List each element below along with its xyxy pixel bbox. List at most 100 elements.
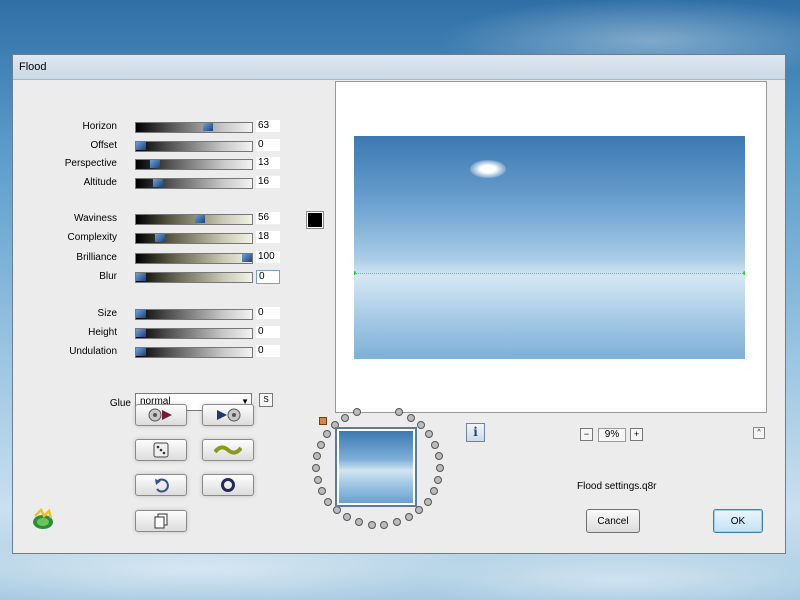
slider-undulation[interactable] bbox=[135, 347, 253, 358]
undo-icon bbox=[155, 478, 169, 493]
preset-dial-dot[interactable] bbox=[323, 430, 331, 438]
preset-dial-dot[interactable] bbox=[353, 408, 361, 416]
label-waviness: Waviness bbox=[74, 213, 117, 224]
slider-waviness[interactable] bbox=[135, 214, 253, 225]
sun-glow bbox=[470, 160, 506, 178]
preset-dial-dot[interactable] bbox=[431, 441, 439, 449]
undo-button[interactable] bbox=[135, 474, 187, 496]
randomize-next-button[interactable] bbox=[202, 404, 254, 426]
value-field-brilliance[interactable]: 100 bbox=[256, 251, 280, 263]
preset-dial-dot[interactable] bbox=[318, 487, 326, 495]
preset-dial-dot[interactable] bbox=[324, 498, 332, 506]
slider-thumb-altitude[interactable] bbox=[153, 179, 163, 187]
carousel-marker[interactable] bbox=[319, 417, 327, 425]
slider-blur[interactable] bbox=[135, 272, 253, 283]
preset-dial-dot[interactable] bbox=[407, 414, 415, 422]
slider-altitude[interactable] bbox=[135, 178, 253, 189]
cancel-button[interactable]: Cancel bbox=[586, 509, 640, 533]
wave-icon bbox=[214, 445, 242, 455]
preset-dial-dot[interactable] bbox=[380, 521, 388, 529]
label-horizon: Horizon bbox=[82, 121, 117, 132]
value-field-horizon[interactable]: 63 bbox=[256, 120, 280, 132]
preset-dial-dot[interactable] bbox=[424, 498, 432, 506]
preview-image bbox=[354, 136, 745, 359]
slider-thumb-size[interactable] bbox=[136, 310, 146, 318]
slider-thumb-height[interactable] bbox=[136, 329, 146, 337]
slider-thumb-blur[interactable] bbox=[136, 273, 146, 281]
value-field-height[interactable]: 0 bbox=[256, 326, 280, 338]
slider-horizon[interactable] bbox=[135, 122, 253, 133]
disc-play-back-icon bbox=[148, 408, 172, 422]
value-field-blur[interactable]: 0 bbox=[256, 270, 280, 284]
preset-dial-dot[interactable] bbox=[317, 441, 325, 449]
preset-dial-dot[interactable] bbox=[341, 414, 349, 422]
horizon-line[interactable] bbox=[354, 273, 745, 274]
preset-dial-dot[interactable] bbox=[393, 518, 401, 526]
value-field-perspective[interactable]: 13 bbox=[256, 157, 280, 169]
randomize-prev-button[interactable] bbox=[135, 404, 187, 426]
preset-dial-dot[interactable] bbox=[425, 430, 433, 438]
zoom-in-button[interactable]: + bbox=[630, 428, 643, 441]
play-disc-icon bbox=[217, 408, 241, 422]
slider-thumb-complexity[interactable] bbox=[155, 234, 165, 242]
ok-button[interactable]: OK bbox=[713, 509, 763, 533]
ring-icon bbox=[221, 478, 235, 492]
preset-dial-dot[interactable] bbox=[355, 518, 363, 526]
preset-dial-dot[interactable] bbox=[395, 408, 403, 416]
copy-button[interactable] bbox=[135, 510, 187, 532]
preset-thumbnail[interactable] bbox=[335, 427, 417, 507]
random-button[interactable] bbox=[135, 439, 187, 461]
preset-dial-dot[interactable] bbox=[312, 464, 320, 472]
preset-dial-dot[interactable] bbox=[415, 506, 423, 514]
value-field-undulation[interactable]: 0 bbox=[256, 345, 280, 357]
preview-panel[interactable] bbox=[335, 81, 767, 413]
preset-dial-dot[interactable] bbox=[435, 452, 443, 460]
slider-thumb-waviness[interactable] bbox=[195, 215, 205, 223]
slider-size[interactable] bbox=[135, 309, 253, 320]
reset-button[interactable] bbox=[202, 474, 254, 496]
slider-thumb-horizon[interactable] bbox=[203, 123, 213, 131]
flood-color-swatch[interactable] bbox=[306, 211, 324, 229]
slider-thumb-brilliance[interactable] bbox=[242, 254, 252, 262]
settings-filename: Flood settings.q8r bbox=[577, 481, 657, 492]
flood-dialog: Flood Horizon 63 Offset 0 Perspective 13 Altit… bbox=[12, 54, 786, 554]
label-offset: Offset bbox=[90, 140, 118, 151]
dialog-body: Horizon 63 Offset 0 Perspective 13 Altitude 16 W… bbox=[13, 80, 785, 553]
wave-button[interactable] bbox=[202, 439, 254, 461]
slider-thumb-offset[interactable] bbox=[136, 142, 146, 150]
preset-dial-dot[interactable] bbox=[434, 476, 442, 484]
glue-s-button[interactable]: S bbox=[259, 393, 273, 407]
preset-thumbnail-image bbox=[339, 431, 413, 503]
slider-thumb-perspective[interactable] bbox=[150, 160, 160, 168]
preset-dial-dot[interactable] bbox=[313, 452, 321, 460]
value-field-altitude[interactable]: 16 bbox=[256, 176, 280, 188]
slider-height[interactable] bbox=[135, 328, 253, 339]
label-perspective: Perspective bbox=[64, 158, 117, 169]
label-altitude: Altitude bbox=[83, 177, 117, 188]
horizon-handle-left[interactable] bbox=[354, 271, 356, 275]
preset-dial-dot[interactable] bbox=[333, 506, 341, 514]
zoom-out-button[interactable]: − bbox=[580, 428, 593, 441]
slider-brilliance[interactable] bbox=[135, 253, 253, 264]
preset-dial-dot[interactable] bbox=[417, 421, 425, 429]
value-field-waviness[interactable]: 56 bbox=[256, 212, 280, 224]
horizon-handle-right[interactable] bbox=[743, 271, 745, 275]
slider-complexity[interactable] bbox=[135, 233, 253, 244]
info-button[interactable]: i bbox=[466, 423, 485, 442]
value-field-complexity[interactable]: 18 bbox=[256, 231, 280, 243]
window-title: Flood bbox=[19, 61, 47, 73]
value-field-size[interactable]: 0 bbox=[256, 307, 280, 319]
value-field-offset[interactable]: 0 bbox=[256, 139, 280, 151]
label-brilliance: Brilliance bbox=[76, 252, 117, 263]
collapse-button[interactable]: ^ bbox=[753, 427, 765, 439]
slider-offset[interactable] bbox=[135, 141, 253, 152]
preset-dial-dot[interactable] bbox=[436, 464, 444, 472]
preset-dial-dot[interactable] bbox=[368, 521, 376, 529]
preset-dial-dot[interactable] bbox=[343, 513, 351, 521]
preset-dial-dot[interactable] bbox=[314, 476, 322, 484]
preset-dial-dot[interactable] bbox=[430, 487, 438, 495]
preset-dial-dot[interactable] bbox=[405, 513, 413, 521]
glue-label: Glue bbox=[109, 398, 131, 409]
slider-perspective[interactable] bbox=[135, 159, 253, 170]
slider-thumb-undulation[interactable] bbox=[136, 348, 146, 356]
